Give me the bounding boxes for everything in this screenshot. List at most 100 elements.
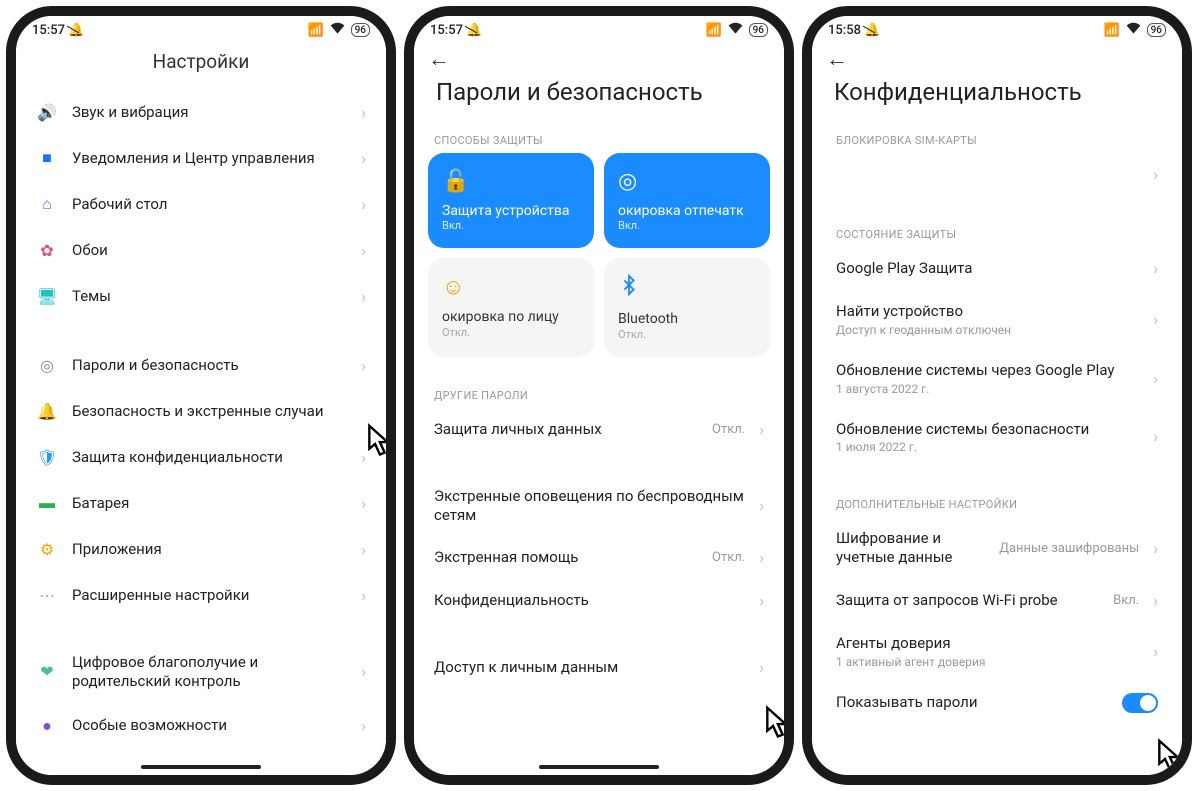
- item-battery[interactable]: ▬ Батарея ›: [30, 480, 372, 526]
- section-sim: БЛОКИРОВКА SIM-КАРТЫ: [830, 120, 1164, 153]
- chevron-right-icon: ›: [361, 494, 366, 513]
- wellbeing-icon: ❤: [36, 661, 58, 683]
- row-sub: 1 июля 2022 г.: [836, 440, 1139, 454]
- section-other: ДРУГИЕ ПАРОЛИ: [428, 375, 770, 408]
- row-sim-lock[interactable]: ›: [830, 153, 1164, 196]
- item-sound[interactable]: 🔊 Звук и вибрация ›: [30, 89, 372, 135]
- item-safety[interactable]: 🔔 Безопасность и экстренные случаи: [30, 388, 372, 434]
- phone-1: 15:57 🔔 📶 96 Настройки 🔊 Звук и вибрация…: [6, 6, 396, 785]
- lock-icon: 🔓: [442, 169, 580, 194]
- row-meta: Откл.: [712, 422, 745, 437]
- item-home[interactable]: ⌂ Рабочий стол ›: [30, 181, 372, 227]
- card-title: окировка по лицу: [442, 310, 580, 325]
- chevron-right-icon: ›: [759, 420, 764, 439]
- row-show-passwords[interactable]: Показывать пароли: [830, 681, 1164, 725]
- item-privacy[interactable]: 🛡 Защита конфиденциальности ›: [30, 434, 372, 480]
- clock: 15:57: [32, 23, 65, 38]
- chevron-right-icon: ›: [361, 241, 366, 260]
- battery-icon: ▬: [36, 492, 58, 514]
- chevron-right-icon: ›: [361, 716, 366, 735]
- clock: 15:58: [828, 23, 861, 38]
- toggle-on[interactable]: [1122, 693, 1158, 713]
- page-title: Пароли и безопасность: [414, 78, 784, 120]
- row-security-update[interactable]: Обновление системы безопасности 1 июля 2…: [830, 408, 1164, 467]
- chevron-right-icon: ›: [759, 591, 764, 610]
- card-face[interactable]: ☺ окировка по лицу Откл.: [428, 258, 594, 356]
- row-label: Шифрование и учетные данные: [836, 529, 985, 567]
- card-status: Вкл.: [618, 219, 756, 232]
- row-play-protect[interactable]: Google Play Защита ›: [830, 247, 1164, 290]
- chevron-right-icon: ›: [1153, 369, 1158, 388]
- row-trust-agents[interactable]: Агенты доверия 1 активный агент доверия …: [830, 622, 1164, 681]
- card-device-protect[interactable]: 🔓 Защита устройства Вкл.: [428, 153, 594, 248]
- mute-icon: 🔔: [864, 23, 880, 38]
- alarm-icon: 🔔: [36, 400, 58, 422]
- row-label: Агенты доверия: [836, 634, 1139, 653]
- row-wifi-probe[interactable]: Защита от запросов Wi-Fi probe Вкл. ›: [830, 579, 1164, 622]
- wifi-icon: [330, 22, 345, 38]
- row-sub: 1 августа 2022 г.: [836, 382, 1139, 396]
- gear-icon: ⚙: [36, 538, 58, 560]
- status-bar: 15:57 🔔 📶 96: [414, 16, 784, 40]
- chevron-right-icon: ›: [361, 195, 366, 214]
- item-wallpaper[interactable]: ✿ Обои ›: [30, 227, 372, 273]
- chevron-right-icon: ›: [361, 586, 366, 605]
- row-emergency-help[interactable]: Экстренная помощь Откл. ›: [428, 536, 770, 579]
- item-label: Рабочий стол: [72, 195, 347, 214]
- item-label: Безопасность и экстренные случаи: [72, 402, 352, 421]
- row-label: Экстренные оповещения по беспроводным се…: [434, 487, 745, 525]
- dots-icon: ⋯: [36, 584, 58, 606]
- row-encryption[interactable]: Шифрование и учетные данные Данные зашиф…: [830, 517, 1164, 579]
- chevron-right-icon: ›: [361, 103, 366, 122]
- item-apps[interactable]: ⚙ Приложения ›: [30, 526, 372, 572]
- chevron-right-icon: ›: [1153, 427, 1158, 446]
- wifi-icon: [728, 22, 743, 38]
- row-find-device[interactable]: Найти устройство Доступ к геоданным откл…: [830, 290, 1164, 349]
- phone-2: 15:57 🔔 📶 96 ← Пароли и безопасность СПО…: [404, 6, 794, 785]
- item-notifications[interactable]: ■ Уведомления и Центр управления ›: [30, 135, 372, 181]
- back-button[interactable]: ←: [826, 46, 848, 72]
- item-accessibility[interactable]: ● Особые возможности ›: [30, 703, 372, 749]
- item-label: Приложения: [72, 540, 347, 559]
- signal-icon: 📶: [705, 23, 721, 38]
- item-wellbeing[interactable]: ❤ Цифровое благополучие и родительский к…: [30, 641, 372, 703]
- nav-handle[interactable]: [141, 765, 261, 769]
- card-bluetooth[interactable]: Bluetooth Откл.: [604, 258, 770, 356]
- chevron-right-icon: ›: [361, 540, 366, 559]
- row-personal-data[interactable]: Защита личных данных Откл. ›: [428, 408, 770, 451]
- row-label: Показывать пароли: [836, 693, 1108, 712]
- row-emergency-broadcast[interactable]: Экстренные оповещения по беспроводным се…: [428, 475, 770, 537]
- row-personal-access[interactable]: Доступ к личным данным ›: [428, 646, 770, 689]
- item-themes[interactable]: 🖥 Темы ›: [30, 273, 372, 319]
- row-label: Экстренная помощь: [434, 548, 698, 567]
- mute-icon: 🔔: [466, 23, 482, 38]
- back-button[interactable]: ←: [428, 46, 450, 72]
- phone-3: 15:58 🔔 📶 96 ← Конфиденциальность БЛОКИР…: [802, 6, 1192, 785]
- chevron-right-icon: ›: [361, 287, 366, 306]
- row-system-update-play[interactable]: Обновление системы через Google Play 1 а…: [830, 349, 1164, 408]
- section-protect: СПОСОБЫ ЗАЩИТЫ: [428, 120, 770, 153]
- fingerprint-icon: ◎: [618, 169, 756, 194]
- item-label: Цифровое благополучие и родительский кон…: [72, 653, 347, 691]
- item-passwords[interactable]: ◎ Пароли и безопасность ›: [30, 342, 372, 388]
- item-label: Батарея: [72, 494, 347, 513]
- card-status: Откл.: [618, 328, 756, 341]
- accessibility-icon: ●: [36, 715, 58, 737]
- item-label: Обои: [72, 241, 347, 260]
- chevron-right-icon: ›: [361, 356, 366, 375]
- chevron-right-icon: ›: [759, 496, 764, 515]
- row-sub: 1 активный агент доверия: [836, 655, 1139, 669]
- fingerprint-icon: ◎: [36, 354, 58, 376]
- mute-icon: 🔔: [68, 23, 84, 38]
- chevron-right-icon: ›: [1153, 310, 1158, 329]
- card-fingerprint[interactable]: ◎ окировка отпечатк Вкл.: [604, 153, 770, 248]
- item-advanced[interactable]: ⋯ Расширенные настройки ›: [30, 572, 372, 618]
- card-title: окировка отпечатк: [618, 204, 756, 219]
- card-status: Вкл.: [442, 219, 580, 232]
- nav-handle[interactable]: [539, 765, 659, 769]
- row-label: Обновление системы безопасности: [836, 420, 1139, 439]
- page-title: Настройки: [16, 40, 386, 89]
- shield-icon: 🛡: [36, 446, 58, 468]
- signal-icon: 📶: [307, 23, 323, 38]
- row-confidentiality[interactable]: Конфиденциальность ›: [428, 579, 770, 622]
